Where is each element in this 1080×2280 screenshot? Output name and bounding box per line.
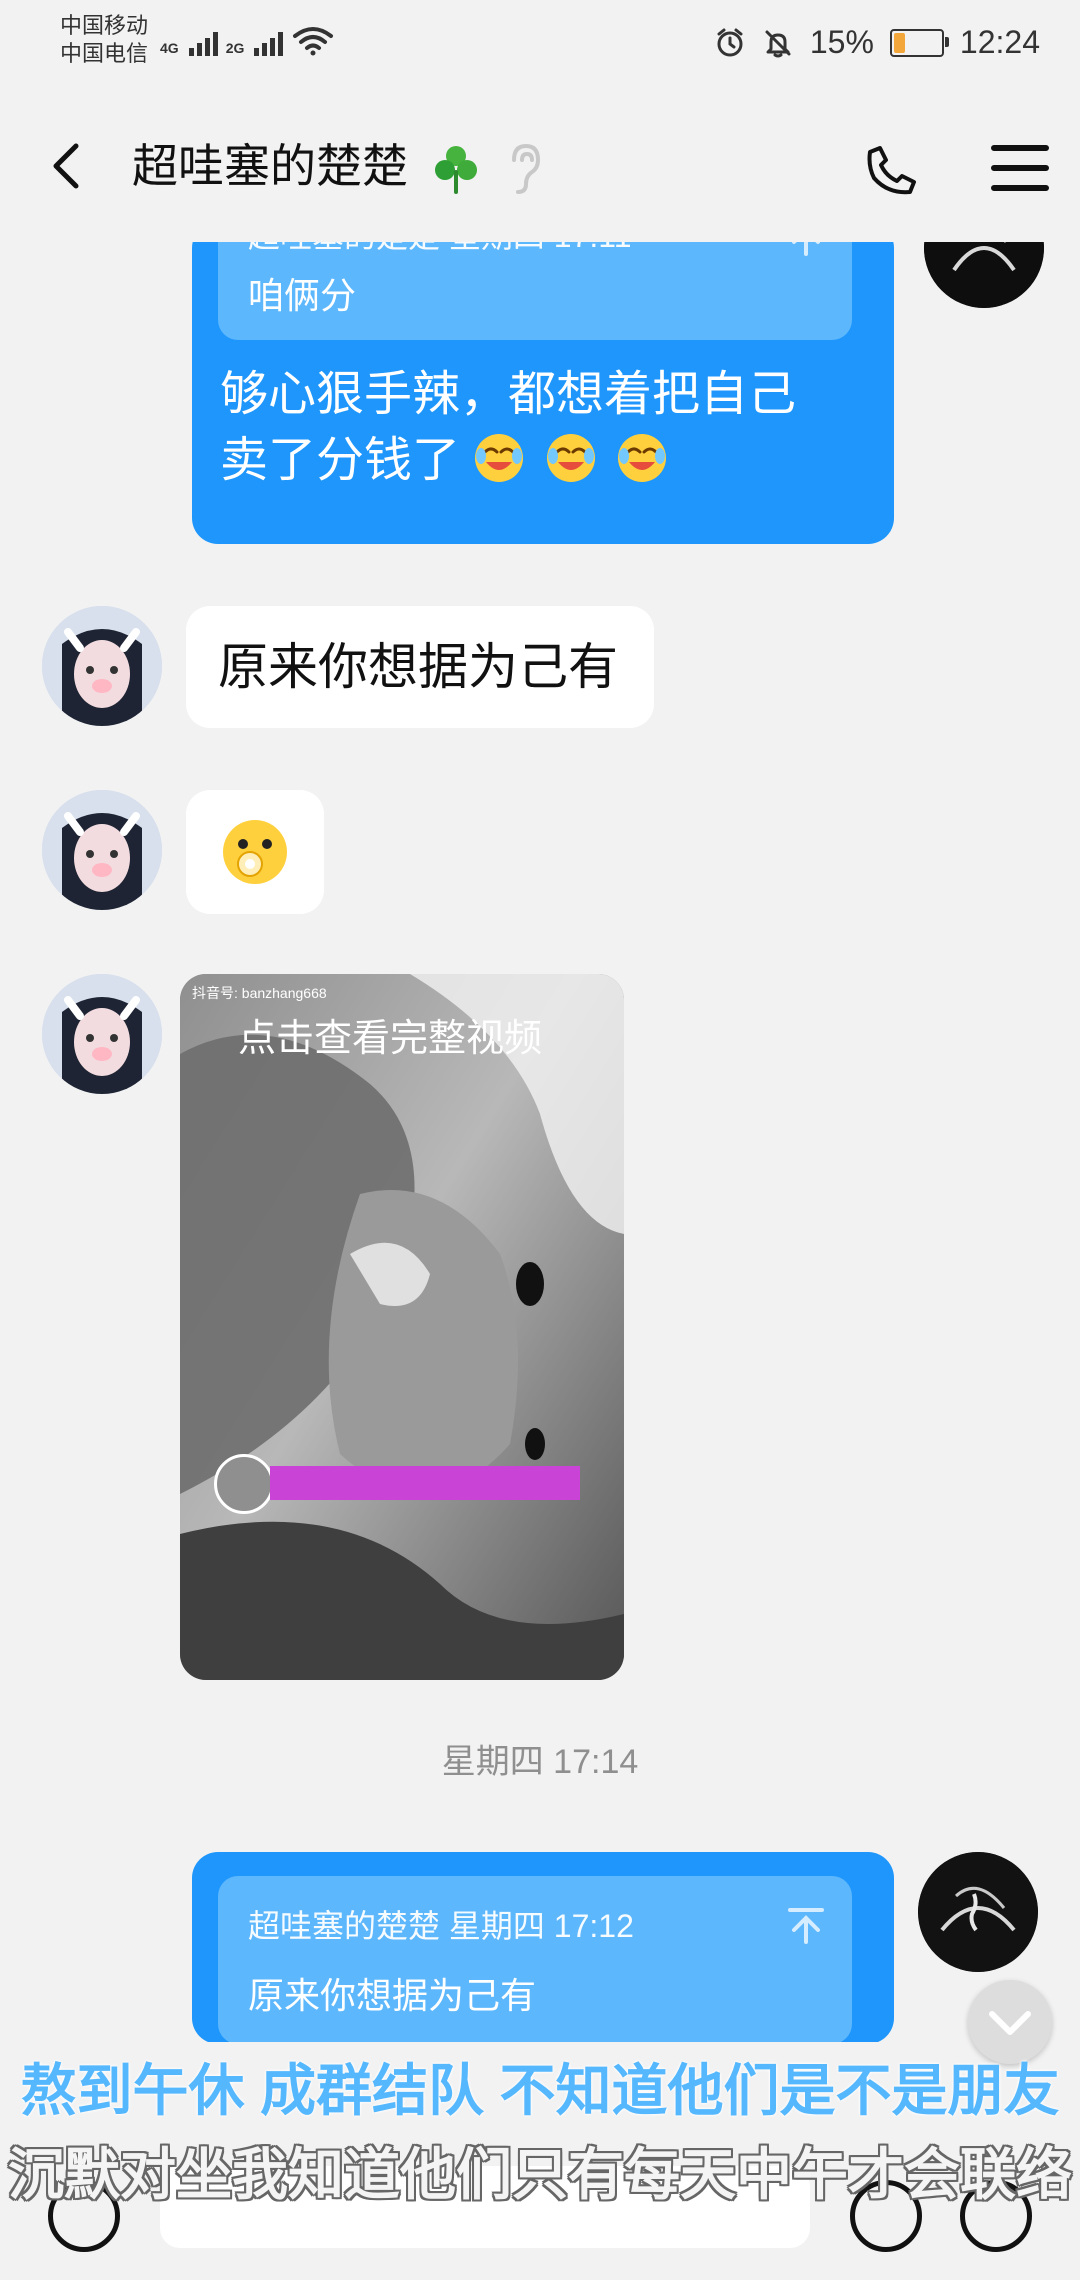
- battery-fill: [893, 32, 905, 53]
- video-subtitle-line-2: 沉默对坐我知道他们只有每天中午才会联络: [8, 2143, 1072, 2206]
- quote-up-icon: [788, 1908, 824, 1944]
- chevron-down-icon: [989, 2011, 1031, 2035]
- laugh-cry-emoji-icon: [618, 434, 667, 482]
- chat-title: 超哇塞的楚楚: [132, 140, 408, 192]
- video-pink-bar: [270, 1466, 580, 1500]
- quoted-message[interactable]: 超哇塞的楚楚 星期四 17:12 原来你想据为己有: [218, 1876, 852, 2042]
- quote-up-icon: [792, 242, 820, 256]
- alarm-icon: [717, 28, 743, 56]
- sent-message-bubble[interactable]: 超哇塞的楚楚 星期四 17:11 咱俩分 够心狠手辣，都想着把自己卖了分钱了: [192, 242, 894, 544]
- laugh-cry-emoji-icon: [475, 434, 524, 482]
- video-thumbnail: [180, 974, 624, 1680]
- quoted-message[interactable]: 超哇塞的楚楚 星期四 17:11 咱俩分: [218, 242, 852, 340]
- signal-icon: [188, 28, 218, 56]
- status-bar: 中国移动 中国电信 4G 2G 15% 12:24: [0, 0, 1080, 92]
- video-subtitle-line-1: 熬到午休 成群结队 不知道他们是不是朋友: [20, 2059, 1060, 2122]
- contact-avatar[interactable]: [42, 790, 162, 910]
- quote-text: 咱俩分: [248, 275, 357, 316]
- carrier-1: 中国移动: [60, 13, 149, 38]
- mute-icon: [765, 30, 791, 57]
- video-account-id: 抖音号: banzhang668: [192, 985, 327, 1001]
- time-separator: 星期四 17:14: [441, 1743, 639, 1781]
- chat-area: 超哇塞的楚楚 星期四 17:11 咱俩分 够心狠手辣，都想着把自己卖了分钱了: [0, 242, 1080, 2042]
- my-avatar[interactable]: [924, 242, 1044, 308]
- phone-icon[interactable]: [862, 138, 924, 200]
- sticker-bubble[interactable]: [186, 790, 324, 914]
- battery-icon: [889, 28, 949, 57]
- message-text: 够心狠手辣，都想着把自己卖了分钱了: [220, 362, 840, 494]
- chat-header: 超哇塞的楚楚: [0, 92, 1080, 242]
- video-overlay-text: 点击查看完整视频: [238, 1018, 543, 1060]
- quote-text: 原来你想据为己有: [248, 1975, 537, 2016]
- video-brand-icon: [214, 1454, 274, 1514]
- laugh-cry-emoji-icon: [546, 434, 595, 482]
- wifi-icon: [293, 27, 334, 56]
- covering-mouth-emoji-icon: [223, 820, 287, 884]
- my-avatar[interactable]: [918, 1852, 1038, 1972]
- ear-icon: [512, 143, 541, 194]
- video-message-card[interactable]: 抖音号: banzhang668 点击查看完整视频: [180, 974, 624, 1680]
- message-content: 原来你想据为己有: [218, 639, 618, 695]
- status-right: 15% 12:24: [714, 24, 1040, 61]
- carrier-2: 中国电信: [60, 41, 149, 66]
- clover-icon: [435, 146, 477, 194]
- carrier-info: 中国移动 中国电信: [60, 12, 148, 68]
- network-tag-2: 2G: [225, 40, 245, 56]
- contact-avatar[interactable]: [42, 974, 162, 1094]
- network-tag-1: 4G: [160, 40, 179, 56]
- contact-avatar[interactable]: [42, 606, 162, 726]
- quote-meta: 超哇塞的楚楚 星期四 17:11: [248, 242, 632, 256]
- clock: 12:24: [959, 24, 1040, 60]
- menu-icon[interactable]: [990, 140, 1050, 196]
- battery-percent: 15%: [809, 24, 874, 60]
- signal-icon: [254, 28, 284, 56]
- sent-message-bubble[interactable]: 超哇塞的楚楚 星期四 17:12 原来你想据为己有: [192, 1852, 894, 2042]
- received-message-bubble[interactable]: 原来你想据为己有: [186, 606, 654, 728]
- back-icon[interactable]: [40, 136, 100, 196]
- scroll-down-button[interactable]: [968, 1980, 1052, 2064]
- network-icons: 4G 2G: [160, 24, 335, 56]
- quote-meta: 超哇塞的楚楚 星期四 17:12: [248, 1908, 634, 1944]
